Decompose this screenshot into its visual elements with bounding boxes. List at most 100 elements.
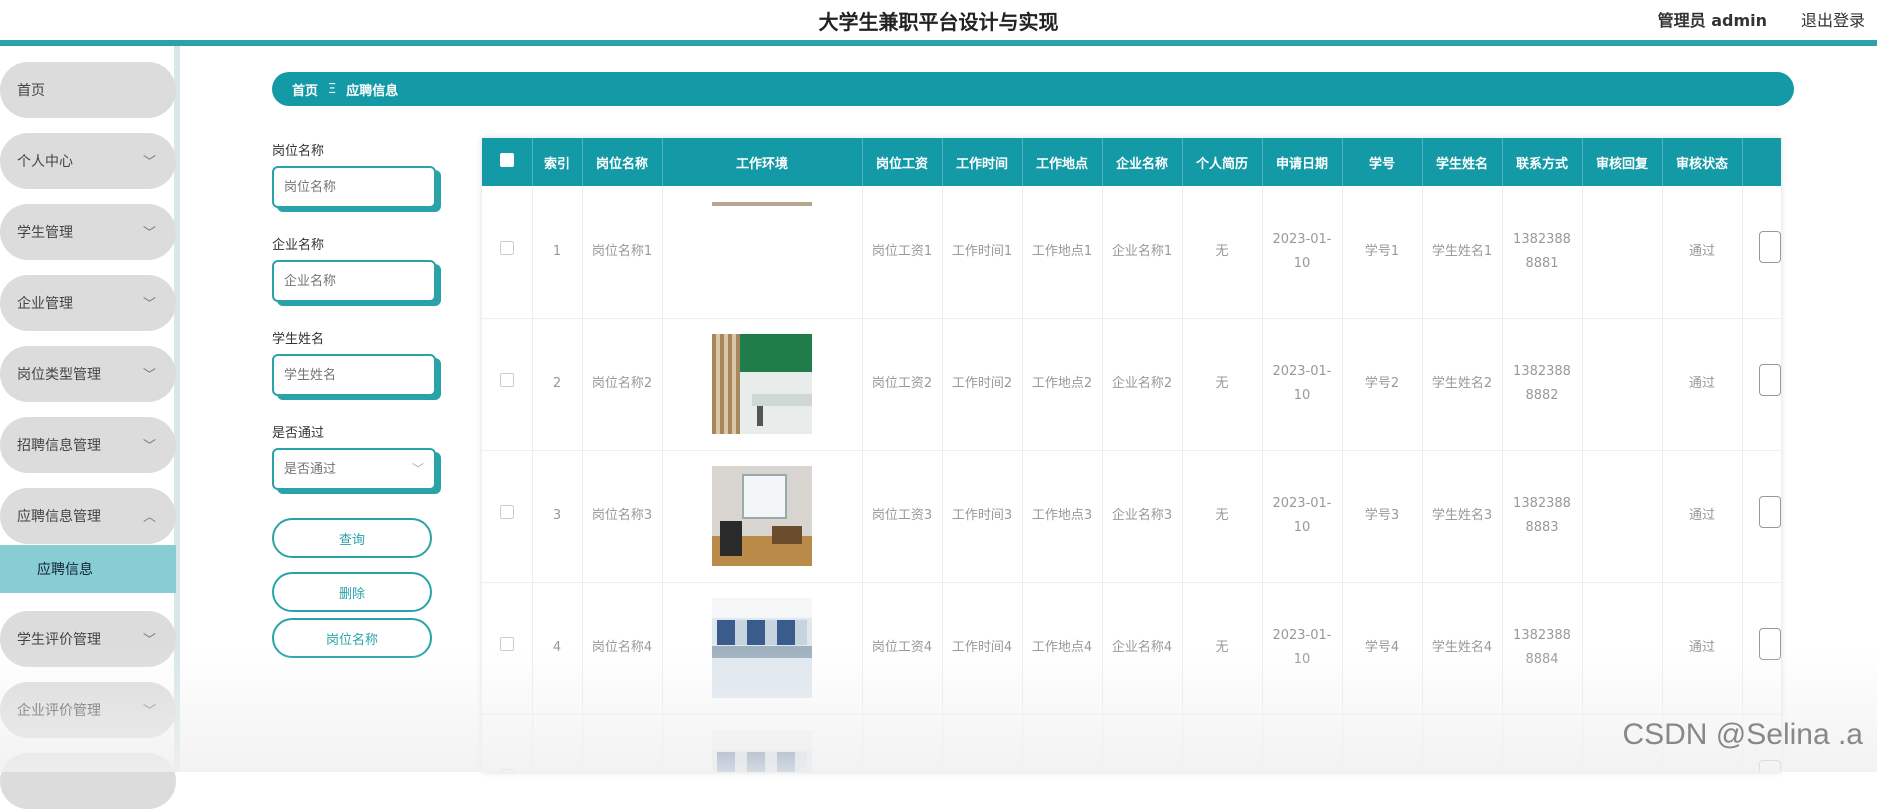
approved-select[interactable]: ﹀ bbox=[272, 448, 436, 490]
sidebar-item-label: 岗位类型管理 bbox=[17, 367, 101, 383]
select-all-header[interactable] bbox=[482, 138, 533, 186]
table-row[interactable]: 2 岗位名称2 岗位工资2 工作时间2 工作地点2 企业名称2 无 2023-01-10 学号2… bbox=[482, 318, 1781, 451]
actions-cell bbox=[1742, 318, 1781, 451]
phone-cell: 13823888883 bbox=[1502, 450, 1583, 583]
row-action-button[interactable] bbox=[1758, 363, 1781, 396]
work-place-cell: 工作地点3 bbox=[1022, 450, 1103, 583]
row-select-cell[interactable] bbox=[482, 582, 533, 715]
review-reply-cell bbox=[1582, 186, 1663, 319]
index-cell: 1 bbox=[532, 186, 583, 319]
sidebar-item-company-reviews[interactable]: 企业评价管理 ﹀ bbox=[0, 682, 176, 738]
student-id-cell: 学号2 bbox=[1342, 318, 1423, 451]
column-header: 工作时间 bbox=[942, 138, 1023, 186]
sidebar-item-students[interactable]: 学生管理 ﹀ bbox=[0, 204, 176, 260]
phone-cell: 13823888882 bbox=[1502, 318, 1583, 451]
column-header: 联系方式 bbox=[1502, 138, 1583, 186]
salary-cell: 岗位工资2 bbox=[862, 318, 943, 451]
company-name-label: 企业名称 bbox=[272, 238, 325, 253]
table-header-row: 索引 岗位名称 工作环境 岗位工资 工作时间 工作地点 企业名称 个人简历 申请… bbox=[482, 138, 1781, 186]
table-row[interactable]: 1 岗位名称1 岗位工资1 工作时间1 工作地点1 企业名称1 无 2023-01-10 学号1… bbox=[482, 186, 1781, 319]
column-header: 审核回复 bbox=[1582, 138, 1663, 186]
logout-link[interactable]: 退出登录 bbox=[1801, 7, 1865, 31]
table-row[interactable]: 4 岗位名称4 岗位工资4 工作时间4 工作地点4 企业名称4 无 2023-01-10 学号4… bbox=[482, 582, 1781, 715]
company-name-field[interactable] bbox=[272, 260, 436, 302]
select-all-checkbox[interactable] bbox=[499, 153, 514, 167]
admin-label: 管理员 admin bbox=[1657, 11, 1767, 30]
row-select-cell[interactable] bbox=[482, 186, 533, 319]
post-name-input[interactable] bbox=[274, 168, 434, 206]
approved-select-input[interactable] bbox=[274, 450, 434, 488]
column-header: 工作环境 bbox=[662, 138, 863, 186]
sidebar-item-label: 学生评价管理 bbox=[17, 632, 101, 648]
index-cell: 2 bbox=[532, 318, 583, 451]
row-action-button[interactable] bbox=[1758, 231, 1781, 264]
watermark: CSDN @Selina .a bbox=[1622, 718, 1863, 751]
chevron-down-icon: ﹀ bbox=[411, 462, 424, 476]
sidebar-item-applications[interactable]: 应聘信息管理 ︿ bbox=[0, 488, 176, 544]
table-row[interactable]: 3 岗位名称3 岗位工资3 工作时间3 工作地点3 企业名称3 无 2023-01-10 学号3… bbox=[482, 450, 1781, 583]
row-action-button[interactable] bbox=[1758, 495, 1781, 528]
student-id-cell: 学号4 bbox=[1342, 582, 1423, 715]
student-name-field[interactable] bbox=[272, 354, 436, 396]
column-header: 岗位工资 bbox=[862, 138, 943, 186]
student-name-input[interactable] bbox=[274, 356, 434, 394]
review-reply-cell bbox=[1582, 582, 1663, 715]
actions-cell bbox=[1742, 450, 1781, 583]
table-row[interactable]: 岗位名称 岗位工资工作时间工作地点企业名称 2023-01 学生姓名1382388 bbox=[482, 714, 1781, 772]
work-environment-image[interactable] bbox=[712, 201, 812, 302]
work-environment-image[interactable] bbox=[712, 334, 812, 434]
work-place-cell: 工作地点1 bbox=[1022, 186, 1103, 319]
query-button[interactable]: 查询 bbox=[272, 518, 432, 558]
work-environment-image[interactable] bbox=[712, 730, 812, 772]
breadcrumb-home[interactable]: 首页 bbox=[292, 80, 318, 99]
student-name-cell: 学生姓名 bbox=[1422, 714, 1503, 772]
sidebar-item-home[interactable]: 首页 bbox=[0, 62, 176, 118]
student-id-cell: 学号3 bbox=[1342, 450, 1423, 583]
student-name-cell: 学生姓名4 bbox=[1422, 582, 1503, 715]
work-environment-image[interactable] bbox=[712, 466, 812, 566]
work-environment-cell bbox=[662, 318, 863, 451]
chevron-down-icon: ﹀ bbox=[142, 368, 156, 383]
row-select-cell[interactable] bbox=[482, 450, 533, 583]
row-select-cell[interactable] bbox=[482, 318, 533, 451]
sidebar-subitem-applications[interactable]: 应聘信息 bbox=[0, 545, 176, 593]
row-checkbox[interactable] bbox=[499, 637, 514, 651]
row-select-cell[interactable] bbox=[482, 714, 533, 772]
breadcrumb-separator-icon: Ξ bbox=[328, 81, 337, 97]
company-cell: 企业名称2 bbox=[1102, 318, 1183, 451]
post-name-field[interactable] bbox=[272, 166, 436, 208]
sidebar-item-profile[interactable]: 个人中心 ﹀ bbox=[0, 133, 176, 189]
company-name-input[interactable] bbox=[274, 262, 434, 300]
post-name-cell: 岗位名称 bbox=[582, 714, 663, 772]
student-id-cell: 学号1 bbox=[1342, 186, 1423, 319]
chevron-down-icon: ﹀ bbox=[142, 633, 156, 648]
row-checkbox[interactable] bbox=[499, 240, 514, 255]
sidebar-item-post-types[interactable]: 岗位类型管理 ﹀ bbox=[0, 346, 176, 402]
column-header: 企业名称 bbox=[1102, 138, 1183, 186]
sidebar-item-label: 企业评价管理 bbox=[17, 703, 101, 719]
phone-cell: 1382388 bbox=[1502, 714, 1583, 772]
work-time-cell: 工作时间4 bbox=[942, 582, 1023, 715]
sidebar-item-more[interactable] bbox=[0, 753, 176, 809]
student-name-label: 学生姓名 bbox=[272, 332, 325, 347]
work-place-cell: 工作地点2 bbox=[1022, 318, 1103, 451]
company-cell: 企业名称 bbox=[1102, 714, 1183, 772]
breadcrumb-current: 应聘信息 bbox=[346, 83, 399, 99]
row-action-button[interactable] bbox=[1758, 627, 1781, 660]
sidebar-item-student-reviews[interactable]: 学生评价管理 ﹀ bbox=[0, 611, 176, 667]
row-action-button[interactable] bbox=[1758, 759, 1781, 772]
work-environment-cell bbox=[662, 582, 863, 715]
actions-cell bbox=[1742, 582, 1781, 715]
student-name-cell: 学生姓名3 bbox=[1422, 450, 1503, 583]
work-place-cell: 工作地点 bbox=[1022, 714, 1103, 772]
row-checkbox[interactable] bbox=[499, 373, 514, 387]
resume-cell: 无 bbox=[1182, 582, 1263, 715]
review-reply-cell bbox=[1582, 450, 1663, 583]
student-id-cell bbox=[1342, 714, 1423, 772]
row-checkbox[interactable] bbox=[499, 505, 514, 519]
post-name-button[interactable]: 岗位名称 bbox=[272, 618, 432, 658]
work-environment-image[interactable] bbox=[712, 598, 812, 698]
sidebar-item-recruitment[interactable]: 招聘信息管理 ﹀ bbox=[0, 417, 176, 473]
delete-button[interactable]: 删除 bbox=[272, 572, 432, 612]
sidebar-item-companies[interactable]: 企业管理 ﹀ bbox=[0, 275, 176, 331]
